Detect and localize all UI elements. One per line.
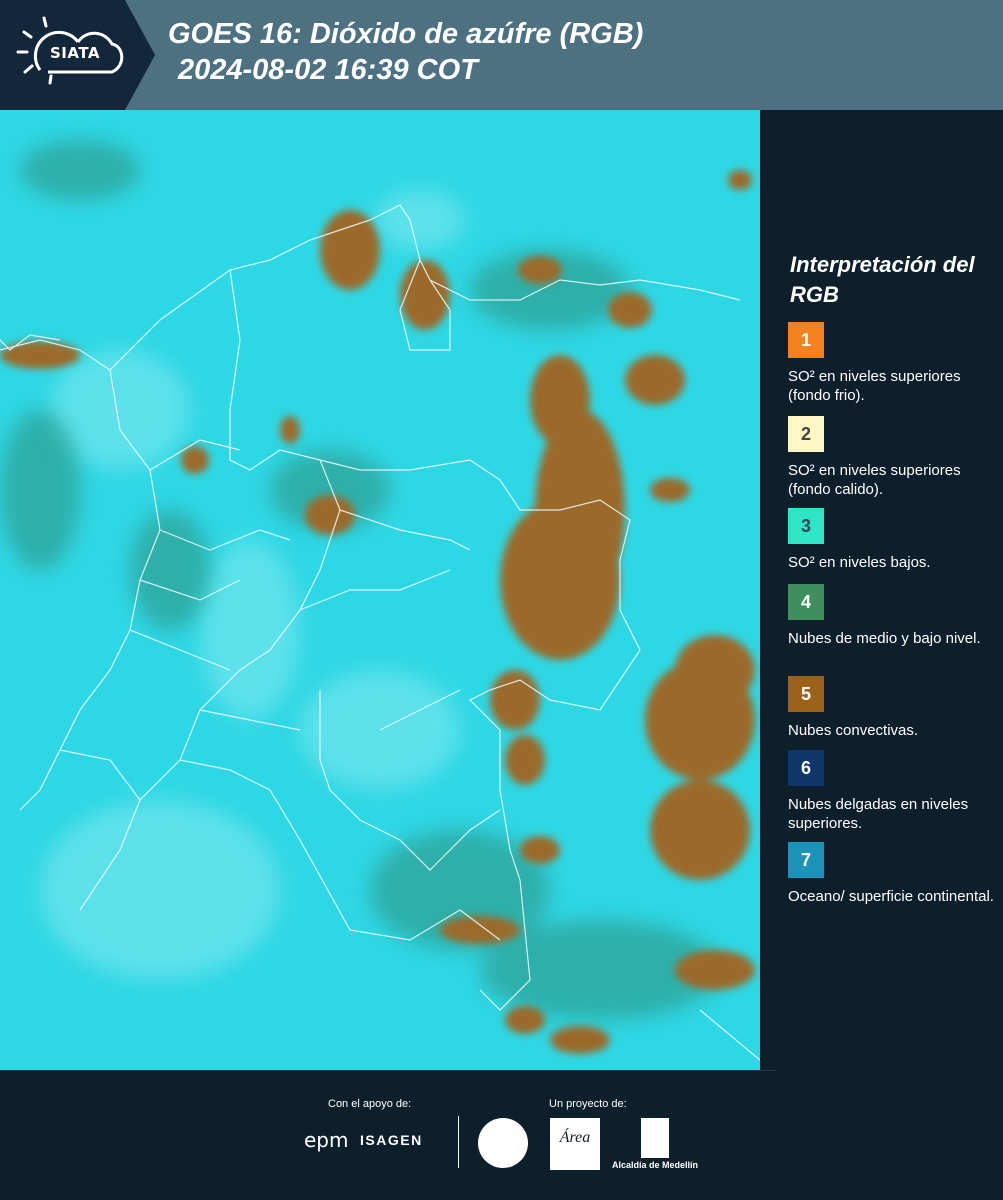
area-logo-text: Área: [559, 1129, 591, 1146]
legend-item-2: 2 SO² en niveles superiores (fondo calid…: [788, 416, 998, 499]
footer-bar: Con el apoyo de: Un proyecto de: epm ISA…: [0, 1070, 1003, 1200]
project-label: Un proyecto de:: [549, 1098, 627, 1110]
legend-label-2: SO² en niveles superiores (fondo calido)…: [788, 462, 961, 498]
legend-label-7: Oceano/ superficie continental.: [788, 888, 994, 905]
epm-logo: epm: [304, 1128, 349, 1152]
legend-label-5: Nubes convectivas.: [788, 722, 919, 739]
legend-number-7: 7: [800, 849, 811, 870]
footer-divider-line: [0, 1070, 776, 1071]
legend-swatch-7: 7: [788, 842, 824, 878]
alcaldia-emblem-icon: [641, 1118, 669, 1158]
title-timestamp: 2024-08-02 16:39 COT: [178, 54, 478, 86]
isagen-logo: ISAGEN: [360, 1132, 423, 1148]
legend-item-1: 1 SO² en niveles superiores (fondo frio)…: [788, 322, 998, 405]
satellite-map: [0, 110, 760, 1070]
legend-label-6: Nubes delgadas en niveles superiores.: [788, 796, 969, 832]
logo-text: SIATA: [50, 44, 101, 62]
legend-number-5: 5: [800, 683, 811, 704]
page-title: GOES 16: Dióxido de azúfre (RGB) 2024-08…: [168, 16, 643, 88]
legend-panel: Interpretación del RGB 1 SO² en niveles …: [760, 110, 1003, 1070]
siata-logo: SIATA: [0, 0, 155, 110]
legend-title: Interpretación del RGB: [790, 252, 975, 307]
title-product: GOES 16: Dióxido de azúfre (RGB): [168, 18, 644, 50]
legend-item-7: 7 Oceano/ superficie continental.: [788, 842, 998, 906]
footer-separator: [458, 1116, 459, 1168]
legend-item-5: 5 Nubes convectivas.: [788, 676, 998, 740]
legend-label-1: SO² en niveles superiores (fondo frio).: [788, 368, 961, 404]
legend-swatch-2: 2: [788, 416, 824, 452]
legend-swatch-3: 3: [788, 508, 824, 544]
area-metropolitana-logo: Área: [550, 1118, 600, 1170]
legend-number-2: 2: [800, 423, 811, 444]
legend-number-4: 4: [800, 591, 811, 612]
legend-swatch-1: 1: [788, 322, 824, 358]
legend-label-4: Nubes de medio y bajo nivel.: [788, 630, 981, 647]
legend-swatch-6: 6: [788, 750, 824, 786]
legend-item-6: 6 Nubes delgadas en niveles superiores.: [788, 750, 998, 833]
legend-swatch-4: 4: [788, 584, 824, 620]
alcaldia-logo-text: Alcaldía de Medellín: [612, 1160, 699, 1170]
legend-swatch-5: 5: [788, 676, 824, 712]
legend-number-3: 3: [800, 515, 811, 536]
legend-item-3: 3 SO² en niveles bajos.: [788, 508, 998, 572]
legend-item-4: 4 Nubes de medio y bajo nivel.: [788, 584, 998, 648]
legend-number-1: 1: [800, 329, 811, 350]
support-label: Con el apoyo de:: [328, 1098, 412, 1110]
header-bar: SIATA GOES 16: Dióxido de azúfre (RGB) 2…: [0, 0, 1003, 110]
legend-number-6: 6: [800, 757, 811, 778]
legend-label-3: SO² en niveles bajos.: [788, 554, 931, 571]
medellin-seal-icon: [478, 1118, 528, 1168]
